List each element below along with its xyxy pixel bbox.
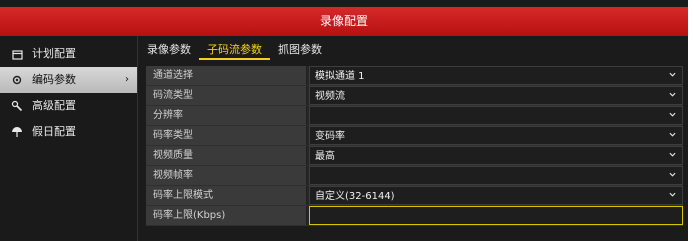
chevron-down-icon (669, 112, 676, 117)
field-label: 分辨率 (146, 106, 307, 125)
sidebar-item-label: 编码参数 (32, 73, 76, 86)
sidebar-item-holiday[interactable]: 假日配置 (0, 119, 137, 145)
stream-type-select[interactable]: 视频流 (309, 86, 683, 105)
chevron-down-icon (669, 172, 676, 177)
form-row-bitrate-cap-mode: 码率上限模式 自定义(32-6144) (146, 186, 683, 206)
right-edge (688, 0, 693, 241)
field-label: 通道选择 (146, 66, 307, 85)
bitrate-cap-mode-select[interactable]: 自定义(32-6144) (309, 186, 683, 205)
form-row-stream-type: 码流类型 视频流 (146, 86, 683, 106)
tab-substream-params[interactable]: 子码流参数 (199, 40, 270, 60)
settings-form: 通道选择 模拟通道 1 码流类型 视频流 分辨率 码率类型 变码率 视频质量 最… (146, 66, 683, 226)
bitrate-cap-input[interactable] (309, 206, 683, 225)
chevron-down-icon (669, 192, 676, 197)
sidebar: 计划配置 编码参数 › 高级配置 假日配置 (0, 36, 138, 241)
tab-capture-params[interactable]: 抓图参数 (270, 40, 330, 60)
dvr-config-window: 录像配置 计划配置 编码参数 › 高级配置 假日配置 录像参数 子码流参数 抓图… (0, 0, 688, 241)
field-label: 码流类型 (146, 86, 307, 105)
sidebar-item-encoding[interactable]: 编码参数 › (0, 67, 137, 93)
form-row-resolution: 分辨率 (146, 106, 683, 126)
field-label: 码率上限模式 (146, 186, 307, 205)
sidebar-item-schedule[interactable]: 计划配置 (0, 41, 137, 67)
form-row-video-quality: 视频质量 最高 (146, 146, 683, 166)
chevron-down-icon (669, 152, 676, 157)
sidebar-item-label: 假日配置 (32, 125, 76, 138)
field-label: 视频帧率 (146, 166, 307, 185)
sidebar-item-label: 计划配置 (32, 47, 76, 60)
form-row-bitrate-cap: 码率上限(Kbps) (146, 206, 683, 226)
sidebar-item-advanced[interactable]: 高级配置 (0, 93, 137, 119)
form-row-frame-rate: 视频帧率 (146, 166, 683, 186)
umbrella-icon (10, 125, 24, 139)
chevron-right-icon: › (125, 74, 129, 85)
sidebar-item-label: 高级配置 (32, 99, 76, 112)
calendar-icon (10, 47, 24, 61)
video-quality-select[interactable]: 最高 (309, 146, 683, 165)
bitrate-type-select[interactable]: 变码率 (309, 126, 683, 145)
form-row-bitrate-type: 码率类型 变码率 (146, 126, 683, 146)
tab-bar: 录像参数 子码流参数 抓图参数 (139, 40, 330, 60)
wrench-icon (10, 99, 24, 113)
field-label: 视频质量 (146, 146, 307, 165)
tab-record-params[interactable]: 录像参数 (139, 40, 199, 60)
window-title: 录像配置 (0, 7, 688, 36)
chevron-down-icon (669, 132, 676, 137)
channel-select[interactable]: 模拟通道 1 (309, 66, 683, 85)
field-label: 码率上限(Kbps) (146, 206, 307, 225)
resolution-select[interactable] (309, 106, 683, 125)
frame-rate-select[interactable] (309, 166, 683, 185)
field-label: 码率类型 (146, 126, 307, 145)
chevron-down-icon (669, 92, 676, 97)
form-row-channel: 通道选择 模拟通道 1 (146, 66, 683, 86)
chevron-down-icon (669, 72, 676, 77)
gear-icon (10, 73, 24, 87)
